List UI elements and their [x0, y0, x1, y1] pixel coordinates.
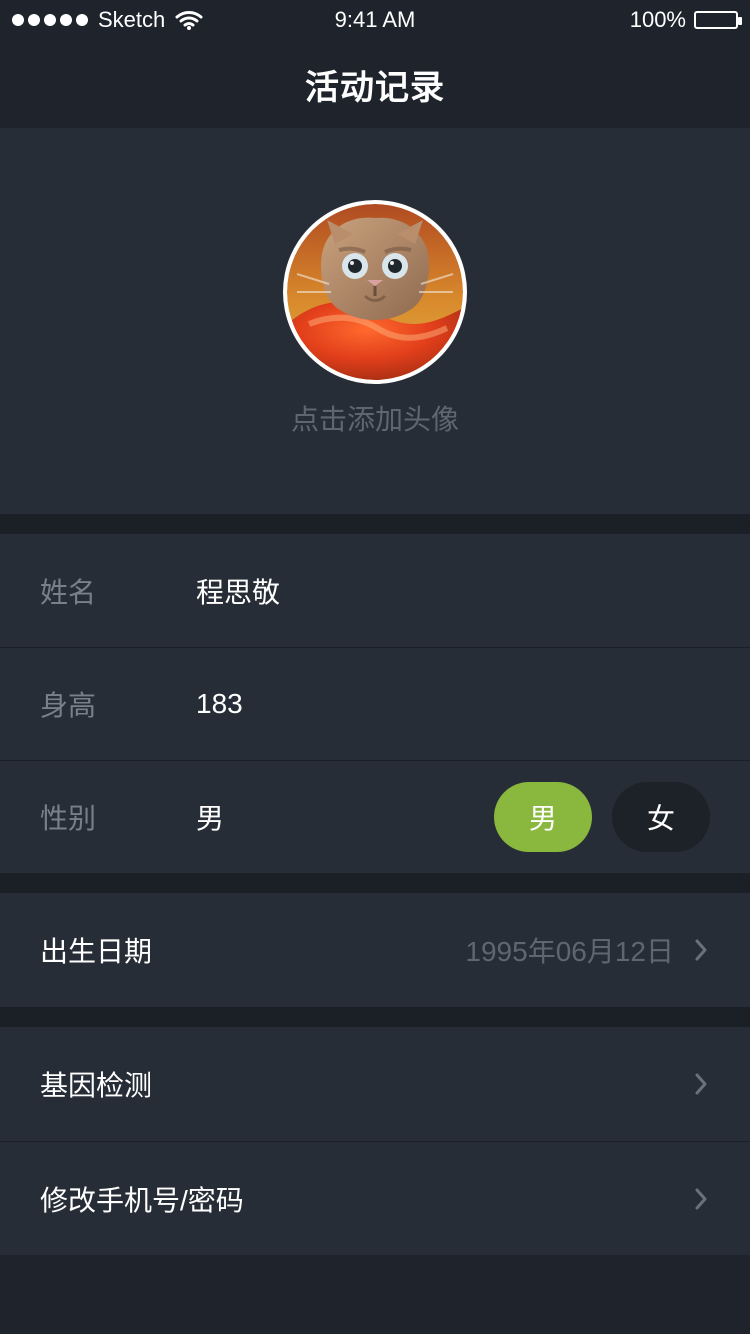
- signal-dots: [12, 14, 88, 26]
- genetic-test-right: [692, 1070, 710, 1098]
- chevron-right-icon: [692, 1070, 710, 1098]
- settings-group: 基因检测 修改手机号/密码: [0, 1027, 750, 1255]
- section-gap: [0, 873, 750, 893]
- avatar-section: 点击添加头像: [0, 128, 750, 514]
- birthdate-value: 1995年06月12日: [465, 936, 674, 967]
- avatar-button[interactable]: [283, 200, 467, 384]
- change-phone-password-row[interactable]: 修改手机号/密码: [0, 1141, 750, 1255]
- status-bar: Sketch 9:41 AM 100%: [0, 0, 750, 40]
- name-label: 姓名: [40, 576, 97, 608]
- height-row[interactable]: 身高 183: [0, 647, 750, 760]
- genetic-test-row[interactable]: 基因检测: [0, 1027, 750, 1141]
- signal-dot: [28, 14, 40, 26]
- birthdate-right: 1995年06月12日: [465, 930, 710, 970]
- page-title: 活动记录: [305, 68, 445, 107]
- gender-row: 性别 男 男 女: [0, 760, 750, 873]
- signal-dot: [12, 14, 24, 26]
- gender-male-button[interactable]: 男: [494, 782, 592, 852]
- signal-dot: [76, 14, 88, 26]
- chevron-right-icon: [692, 1185, 710, 1213]
- change-phone-password-label: 修改手机号/密码: [40, 1184, 244, 1216]
- section-gap: [0, 514, 750, 534]
- birthdate-label: 出生日期: [40, 936, 153, 967]
- battery-icon: [694, 11, 742, 29]
- signal-dot: [44, 14, 56, 26]
- gender-value: 男: [196, 803, 225, 834]
- bottom-space: [0, 1255, 750, 1333]
- wifi-icon: [175, 10, 203, 30]
- gender-label: 性别: [40, 803, 97, 834]
- carrier-label: Sketch: [98, 7, 166, 32]
- signal-dot: [60, 14, 72, 26]
- navigation-bar: 活动记录: [0, 40, 750, 128]
- name-value[interactable]: 程思敬: [196, 571, 280, 611]
- genetic-test-label: 基因检测: [40, 1070, 153, 1101]
- name-row[interactable]: 姓名 程思敬: [0, 534, 750, 647]
- gender-female-button[interactable]: 女: [612, 782, 710, 852]
- change-phone-password-right: [692, 1185, 710, 1213]
- battery-percent: 100%: [629, 7, 686, 32]
- profile-form: 姓名 程思敬 身高 183 性别 男 男 女: [0, 534, 750, 873]
- status-left: Sketch: [12, 8, 203, 32]
- gender-toggle: 男 女: [494, 782, 710, 852]
- status-time: 9:41 AM: [334, 7, 416, 32]
- birthdate-row[interactable]: 出生日期 1995年06月12日: [0, 893, 750, 1007]
- avatar-image: [287, 204, 463, 380]
- section-gap: [0, 1007, 750, 1027]
- status-right: 100%: [629, 7, 742, 32]
- height-label: 身高: [40, 690, 97, 721]
- height-value[interactable]: 183: [196, 688, 243, 720]
- chevron-right-icon: [692, 936, 710, 964]
- avatar-hint[interactable]: 点击添加头像: [0, 398, 750, 438]
